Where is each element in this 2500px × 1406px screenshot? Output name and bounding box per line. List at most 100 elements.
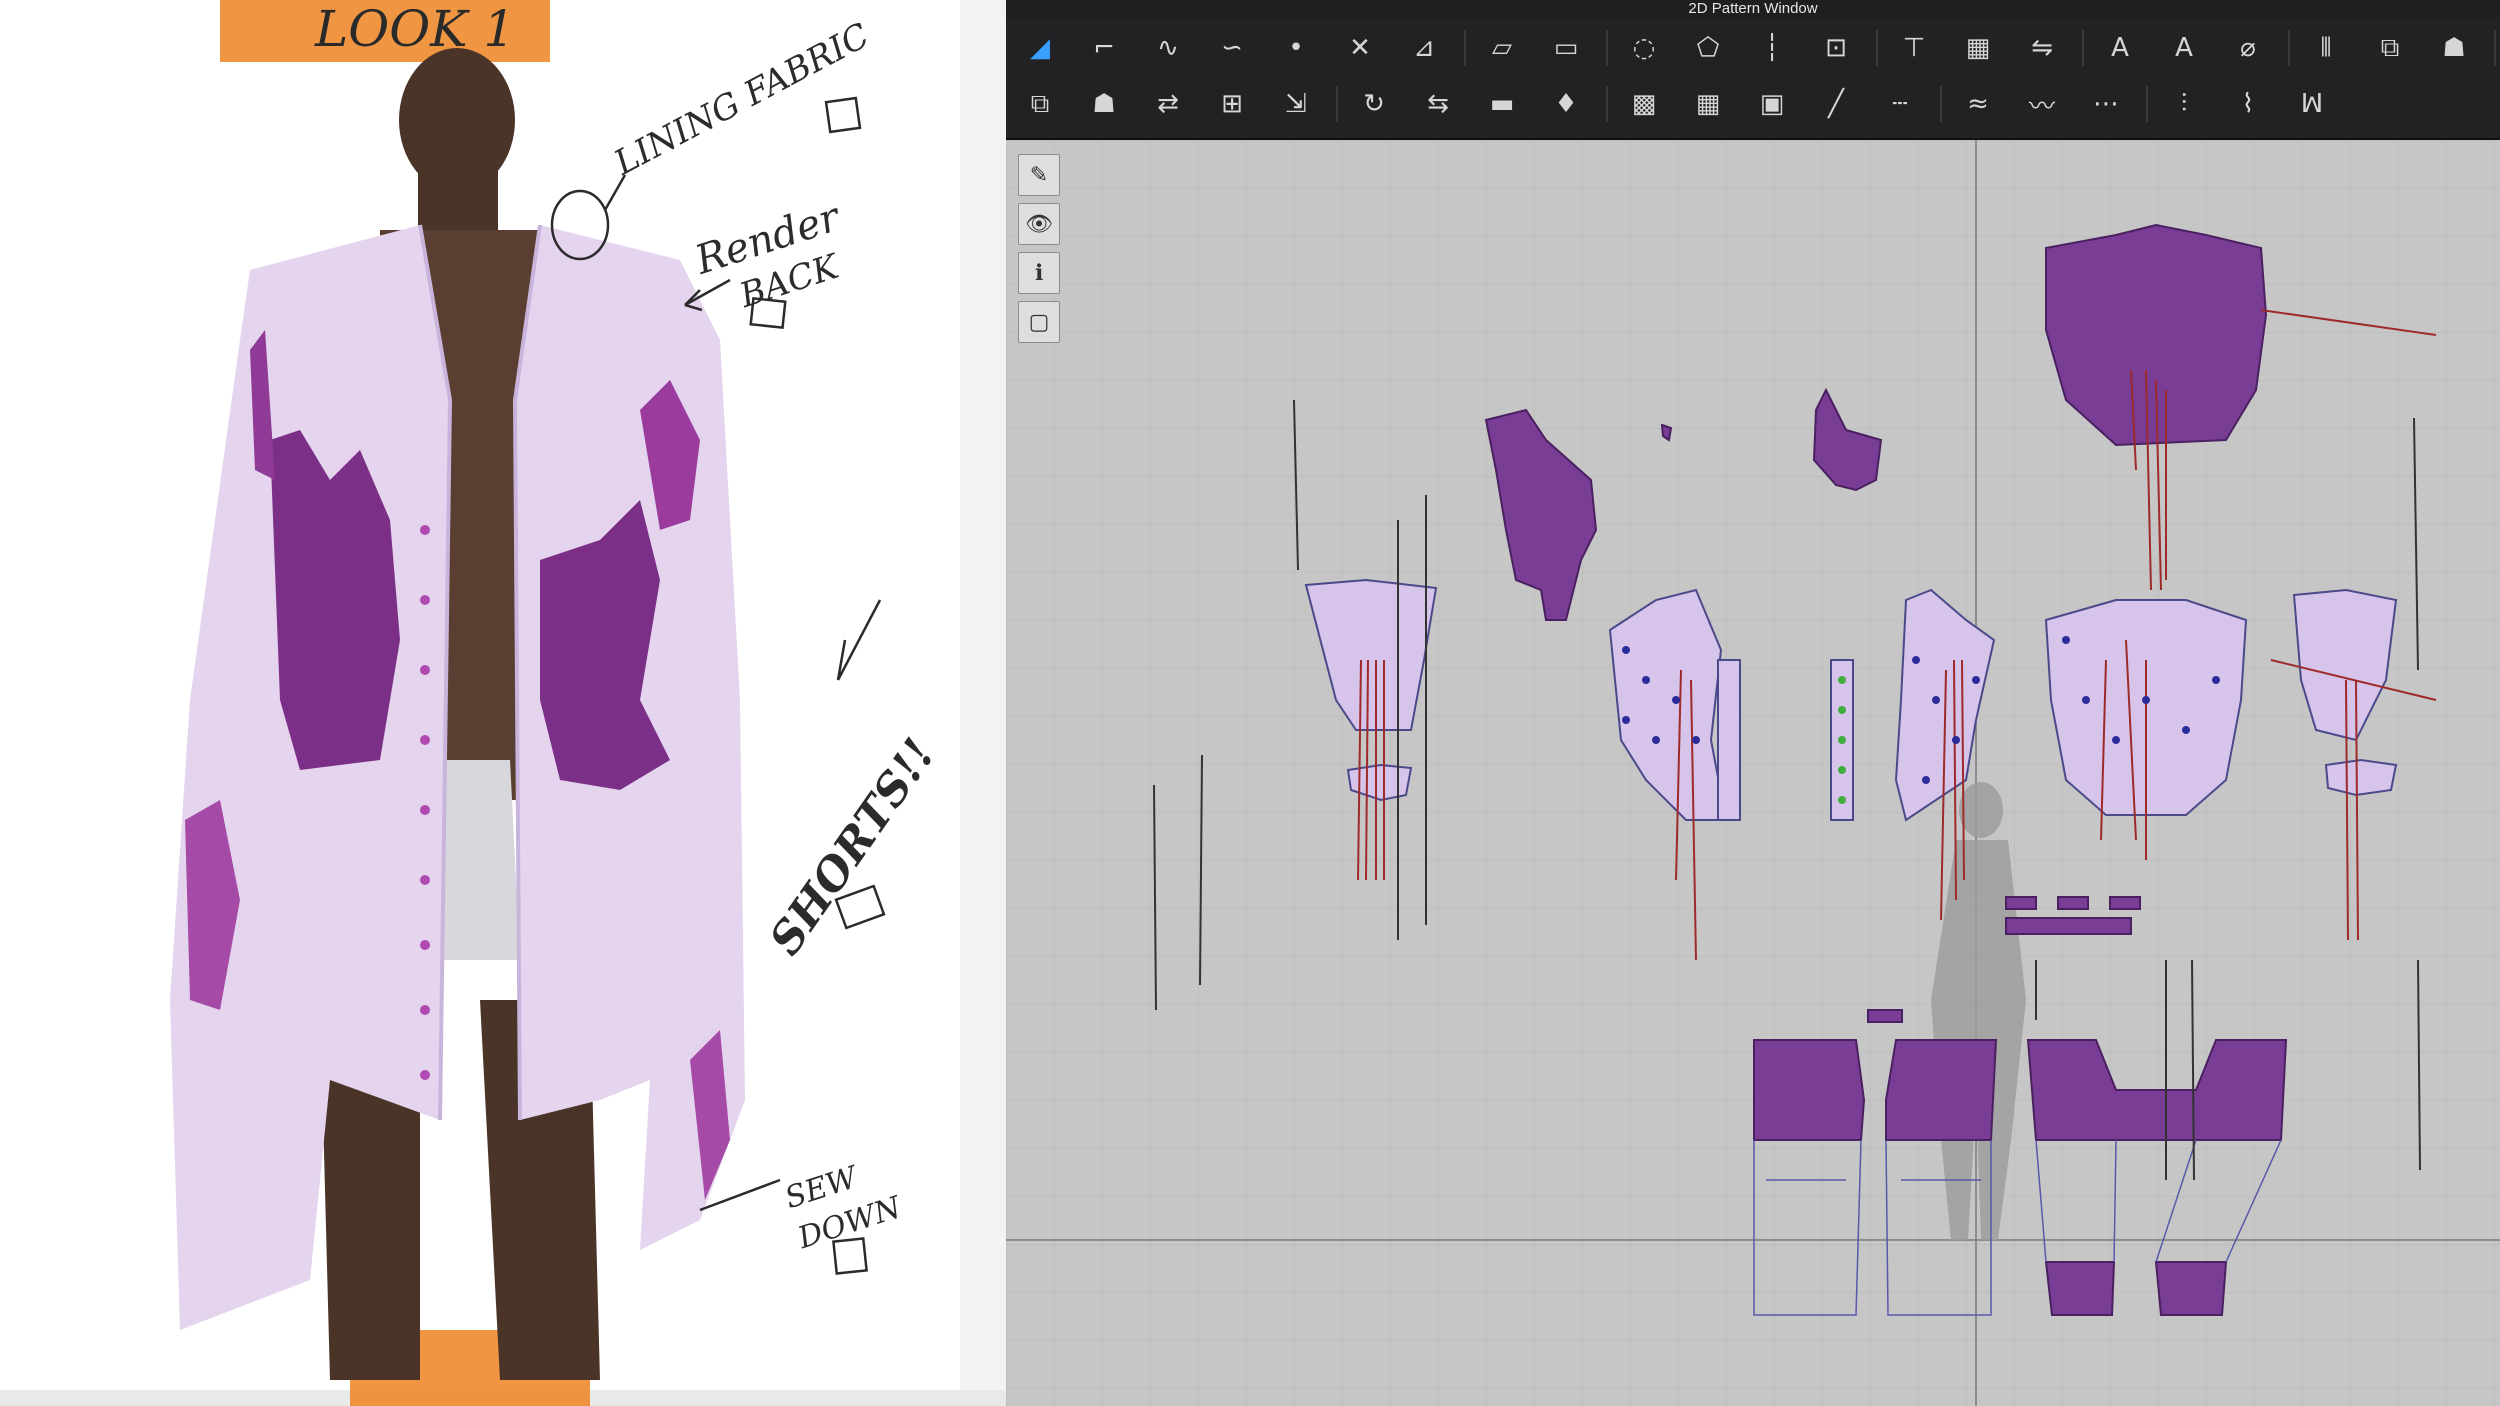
grading-icon[interactable]: ▦ bbox=[1952, 25, 2004, 71]
edit-point-icon[interactable]: ⌐ bbox=[1078, 25, 1130, 71]
slash-spread-icon[interactable]: ⊿ bbox=[1398, 25, 1450, 71]
topstitch-icon[interactable]: ⫶ bbox=[2158, 81, 2210, 127]
curve-point-icon[interactable]: ∿ bbox=[1142, 25, 1194, 71]
toolbar-separator bbox=[1464, 30, 1466, 66]
steam-icon-glyph: ⇲ bbox=[1285, 89, 1307, 119]
free-sewing-icon[interactable]: ▣ bbox=[1746, 81, 1798, 127]
toolbar-row-2: ⧉ ☗ ⇄ ⊞ ⇲ ↻ ⇆ ▬ ♦ ▩ ▦ ▣ ╱ ┄ ≈ 〰 ⋯ ⫶ ⌇ ꟽ bbox=[1014, 78, 2350, 130]
rotate-pattern-icon-glyph: ⇄ bbox=[1157, 89, 1179, 119]
toolbar-row-1: ◢⌐∿∽•✕⊿▱▭◌⬠┆⊡⊤▦⇋AA⌀⫴⧉☗⇄ bbox=[1014, 22, 2500, 74]
measure-icon[interactable]: ⌀ bbox=[2222, 25, 2274, 71]
flip-pattern-icon[interactable]: ⊞ bbox=[1206, 81, 1258, 127]
trim-sewing-icon-glyph: ╱ bbox=[1828, 89, 1844, 119]
internal-line-icon-glyph: ┆ bbox=[1764, 33, 1780, 63]
rotate-pattern-icon[interactable]: ⇄ bbox=[1142, 81, 1194, 127]
grading-icon-glyph: ▦ bbox=[1965, 33, 1991, 63]
edit-curvature-icon-glyph: ∽ bbox=[1221, 33, 1243, 63]
polygon-icon[interactable]: ▱ bbox=[1476, 25, 1528, 71]
internal-line-icon[interactable]: ┆ bbox=[1746, 25, 1798, 71]
window-title: 2D Pattern Window bbox=[1006, 0, 2500, 18]
toolbar-separator bbox=[2494, 30, 2496, 66]
fold-icon[interactable]: ⫴ bbox=[2300, 25, 2352, 71]
toolbar-separator bbox=[2082, 30, 2084, 66]
pattern-app-window: 2D Pattern Window ◢ ⌐ ∿ ∽ • ✕ ⊿ ▱ ▭ ◌ ⬠ ┆ ⊡ ⊤ ▦ ⇋ A A ⌀ ⫴ ⧉ ☗… bbox=[1006, 0, 2500, 1406]
fabric-icon-glyph: ⇆ bbox=[1427, 89, 1449, 119]
line-sewing-icon[interactable]: ▩ bbox=[1618, 81, 1670, 127]
text-icon-glyph: A bbox=[2111, 33, 2129, 63]
ellipse-icon-glyph: ◌ bbox=[1632, 33, 1656, 63]
elastic-icon[interactable]: ≈ bbox=[1952, 81, 2004, 127]
internal-polygon-icon[interactable]: ⬠ bbox=[1682, 25, 1734, 71]
toolbar-separator bbox=[2146, 86, 2148, 122]
dashed-sewing-icon-glyph: ▦ bbox=[1695, 89, 1721, 119]
topstitch-icon-glyph: ⫶ bbox=[2180, 88, 2188, 119]
garment-icon[interactable]: ↻ bbox=[1348, 81, 1400, 127]
edit-sewing-icon[interactable]: ┄ bbox=[1874, 81, 1926, 127]
fold-icon-glyph: ⫴ bbox=[2320, 32, 2332, 63]
free-sewing-icon-glyph: ▣ bbox=[1759, 89, 1785, 119]
brush-icon-glyph: ✎ bbox=[1029, 162, 1049, 188]
fabric-icon[interactable]: ⇆ bbox=[1412, 81, 1464, 127]
dashed-sewing-icon[interactable]: ▦ bbox=[1682, 81, 1734, 127]
edit-sewing-icon-glyph: ┄ bbox=[1892, 89, 1908, 119]
notch-icon[interactable]: ⊤ bbox=[1888, 25, 1940, 71]
button-icon[interactable]: ⌇ bbox=[2222, 81, 2274, 127]
steam-icon[interactable]: ⇲ bbox=[1270, 81, 1322, 127]
pant-front-right bbox=[1885, 1039, 1998, 1141]
pant-front-left bbox=[1753, 1039, 1866, 1141]
toolbar-separator bbox=[1876, 30, 1878, 66]
seam-allowance-icon[interactable]: ⧉ bbox=[2364, 25, 2416, 71]
transform-pattern-icon[interactable]: ⧉ bbox=[1014, 81, 1066, 127]
slash-spread-icon-glyph: ⊿ bbox=[1413, 33, 1435, 63]
zigzag-icon-glyph: ⋯ bbox=[2093, 89, 2119, 119]
trim-sewing-icon[interactable]: ╱ bbox=[1810, 81, 1862, 127]
avatar-icon[interactable]: ☗ bbox=[2428, 25, 2480, 71]
garment-icon-glyph: ↻ bbox=[1363, 89, 1385, 119]
segment-select-icon[interactable]: ◢ bbox=[1014, 25, 1066, 71]
pattern-toolbar: ◢ ⌐ ∿ ∽ • ✕ ⊿ ▱ ▭ ◌ ⬠ ┆ ⊡ ⊤ ▦ ⇋ A A ⌀ ⫴ ⧉ ☗ ⇄ ⧉ ☗ ⇄ ⊞ ⇲ ↻ ⇆ ▬ ♦ ▩ ▦ ▣ ╱ ┄ ≈ 〰… bbox=[1006, 18, 2500, 140]
measure-icon-glyph: ⌀ bbox=[2240, 33, 2256, 63]
placket-left bbox=[1717, 659, 1741, 821]
seam-allowance-icon-glyph: ⧉ bbox=[2380, 32, 2400, 63]
pattern-view-icon[interactable]: ▢ bbox=[1018, 301, 1060, 343]
unfold-icon[interactable]: ☗ bbox=[1078, 81, 1130, 127]
text-icon[interactable]: A bbox=[2094, 25, 2146, 71]
cut-curve-icon[interactable]: ✕ bbox=[1334, 25, 1386, 71]
trace-icon[interactable]: ⊡ bbox=[1810, 25, 1862, 71]
hem-band-right bbox=[2154, 1261, 2228, 1316]
graphic-icon-glyph: ♦ bbox=[1554, 89, 1578, 119]
zigzag-icon[interactable]: ⋯ bbox=[2080, 81, 2132, 127]
sewing-label-icon[interactable]: A bbox=[2158, 25, 2210, 71]
line-sewing-icon-glyph: ▩ bbox=[1631, 89, 1657, 119]
toolbar-separator bbox=[2288, 30, 2290, 66]
brush-icon[interactable]: ✎ bbox=[1018, 154, 1060, 196]
notch-icon-glyph: ⊤ bbox=[1902, 33, 1926, 63]
add-point-icon[interactable]: • bbox=[1270, 25, 1322, 71]
pattern-canvas[interactable]: ✎ 👁 ℹ ▢ bbox=[1006, 140, 2500, 1406]
info-icon-glyph: ℹ bbox=[1034, 260, 1044, 286]
texture-icon[interactable]: ▬ bbox=[1476, 81, 1528, 127]
info-icon[interactable]: ℹ bbox=[1018, 252, 1060, 294]
garment-view-icon-glyph: 👁 bbox=[1025, 211, 1053, 237]
edit-curvature-icon[interactable]: ∽ bbox=[1206, 25, 1258, 71]
hem-band-left bbox=[2044, 1261, 2116, 1316]
button-icon-glyph: ⌇ bbox=[2241, 89, 2255, 119]
add-point-icon-glyph: • bbox=[1288, 33, 1304, 63]
pattern-view-icon-glyph: ▢ bbox=[1028, 309, 1050, 335]
rectangle-icon[interactable]: ▭ bbox=[1540, 25, 1592, 71]
cut-curve-icon-glyph: ✕ bbox=[1349, 33, 1371, 63]
curve-point-icon-glyph: ∿ bbox=[1157, 33, 1179, 63]
symmetry-icon[interactable]: ⇋ bbox=[2016, 25, 2068, 71]
graphic-icon[interactable]: ♦ bbox=[1540, 81, 1592, 127]
shirring-icon-glyph: 〰 bbox=[2028, 91, 2055, 122]
buttonhole-icon[interactable]: ꟽ bbox=[2286, 81, 2338, 127]
pattern-drawing[interactable] bbox=[1006, 140, 2500, 1406]
buttonhole-icon-glyph: ꟽ bbox=[2300, 89, 2324, 119]
toolbar-separator bbox=[1336, 86, 1338, 122]
garment-view-icon[interactable]: 👁 bbox=[1018, 203, 1060, 245]
ellipse-icon[interactable]: ◌ bbox=[1618, 25, 1670, 71]
unfold-icon-glyph: ☗ bbox=[1092, 89, 1116, 119]
shirring-icon[interactable]: 〰 bbox=[2016, 81, 2068, 127]
waistband-piece bbox=[2005, 917, 2132, 935]
symmetry-icon-glyph: ⇋ bbox=[2031, 33, 2053, 63]
